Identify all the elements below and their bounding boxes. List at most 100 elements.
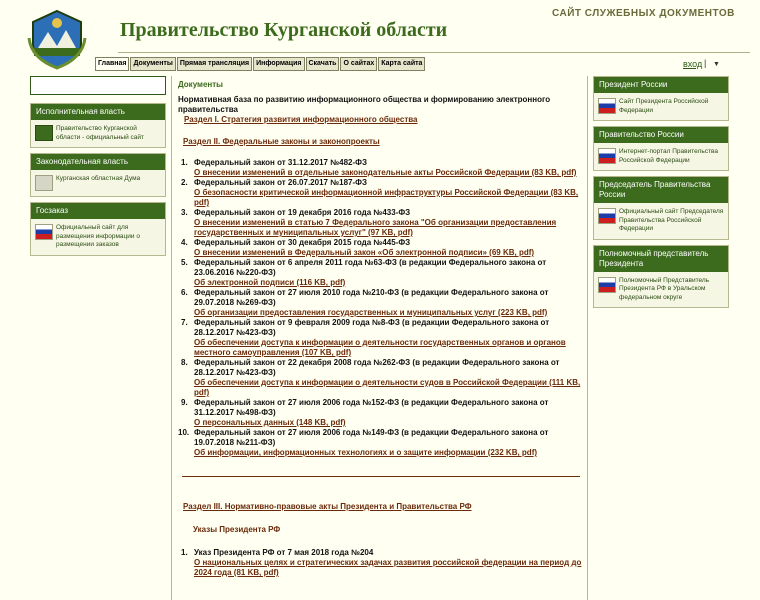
russia-flag-icon <box>35 224 53 240</box>
tab-sitemap[interactable]: Карта сайта <box>378 57 426 71</box>
list-item: 9. Федеральный закон от 27 июля 2006 года… <box>178 398 582 428</box>
item-number: 4. <box>181 238 188 247</box>
russia-flag-icon <box>598 148 616 164</box>
tab-information[interactable]: Информация <box>253 57 305 71</box>
government-logo-icon <box>35 125 53 141</box>
item-number: 1. <box>181 548 188 557</box>
law-title: Федеральный закон от 19 декабря 2016 год… <box>194 208 411 217</box>
law-document-link[interactable]: Об обеспечении доступа к информации о де… <box>194 338 582 358</box>
item-number: 3. <box>181 208 188 217</box>
list-item: 3. Федеральный закон от 19 декабря 2016 г… <box>178 208 582 238</box>
law-document-link[interactable]: Об информации, информационных технология… <box>194 448 582 458</box>
sidebar-block-title: Правительство России <box>594 127 728 143</box>
section-3-link[interactable]: Раздел III. Нормативно-правовые акты Пре… <box>183 502 582 512</box>
sidebar-block-title: Госзаказ <box>31 203 165 219</box>
sidebar-link-label[interactable]: Правительство Курганской области - офици… <box>56 125 161 142</box>
law-title: Федеральный закон от 22 декабря 2008 год… <box>194 358 560 377</box>
list-item: 5. Федеральный закон от 6 апреля 2011 год… <box>178 258 582 288</box>
sidebar-block-government: Правительство России Интернет-портал Пра… <box>593 126 729 171</box>
item-number: 8. <box>181 358 188 367</box>
tab-download[interactable]: Скачать <box>305 57 340 71</box>
sidebar-link-government-portal[interactable]: Интернет-портал Правительства Российской… <box>594 143 728 170</box>
sidebar-block-title: Законодательная власть <box>31 154 165 170</box>
law-title: Федеральный закон от 9 февраля 2009 года… <box>194 318 550 337</box>
law-document-link[interactable]: О внесении изменений в статью 7 Федераль… <box>194 218 582 238</box>
sidebar-block-title: Президент России <box>594 77 728 93</box>
sidebar-link-procurement[interactable]: Официальный сайт для размещения информац… <box>31 219 165 255</box>
sidebar-link-prime-minister[interactable]: Официальный сайт Председателя Правительс… <box>594 203 728 239</box>
login-separator: | <box>704 58 707 68</box>
law-list: 1. Федеральный закон от 31.12.2017 №482-Ф… <box>178 158 582 458</box>
item-number: 7. <box>181 318 188 327</box>
sidebar-link-label[interactable]: Официальный сайт для размещения информац… <box>56 224 161 250</box>
list-item: 7. Федеральный закон от 9 февраля 2009 го… <box>178 318 582 358</box>
building-icon <box>35 175 53 191</box>
item-number: 1. <box>181 158 188 167</box>
sidebar-link-label[interactable]: Официальный сайт Председателя Правительс… <box>619 208 724 234</box>
item-number: 9. <box>181 398 188 407</box>
tab-about-sites[interactable]: О сайтах <box>340 57 378 71</box>
section-1-link[interactable]: Раздел I. Стратегия развития информацион… <box>184 115 582 125</box>
search-input[interactable] <box>30 76 166 95</box>
law-title: Федеральный закон от 26.07.2017 №187-ФЗ <box>194 178 367 187</box>
list-item: 6. Федеральный закон от 27 июля 2010 года… <box>178 288 582 318</box>
login-link[interactable]: вход <box>683 59 702 69</box>
tab-documents[interactable]: Документы <box>130 57 176 71</box>
law-title: Федеральный закон от 6 апреля 2011 года … <box>194 258 547 277</box>
main-content: Документы Нормативная база по развитию и… <box>171 76 588 600</box>
list-item: 1. Федеральный закон от 31.12.2017 №482-Ф… <box>178 158 582 178</box>
page-title: Документы <box>178 80 223 89</box>
document-heading: Нормативная база по развитию информацион… <box>178 95 551 114</box>
sidebar-block-envoy: Полномочный представитель Президента Пол… <box>593 244 729 308</box>
sidebar-block-title: Полномочный представитель Президента <box>594 245 728 272</box>
law-document-link[interactable]: О внесении изменений в отдельные законод… <box>194 168 582 178</box>
sidebar-link-president[interactable]: Сайт Президента Российской Федерации <box>594 93 728 120</box>
sidebar-block-president: Президент России Сайт Президента Российс… <box>593 76 729 121</box>
russia-flag-icon <box>598 208 616 224</box>
top-navigation: Главная Документы Прямая трансляция Инфо… <box>95 57 426 71</box>
tab-home[interactable]: Главная <box>95 57 130 71</box>
sidebar-link-label[interactable]: Курганская областная Дума <box>56 175 140 184</box>
tab-live-broadcast[interactable]: Прямая трансляция <box>176 57 253 71</box>
decree-title: Указ Президента РФ от 7 мая 2018 года №2… <box>194 548 374 557</box>
dropdown-arrow-icon[interactable]: ▼ <box>713 61 720 68</box>
site-subtitle: САЙТ СЛУЖЕБНЫХ ДОКУМЕНТОВ <box>552 8 735 19</box>
item-number: 6. <box>181 288 188 297</box>
site-title: Правительство Курганской области <box>120 19 448 41</box>
left-sidebar: Исполнительная власть Правительство Кург… <box>30 76 166 261</box>
law-title: Федеральный закон от 27 июля 2006 года №… <box>194 428 549 447</box>
law-title: Федеральный закон от 27 июля 2006 года №… <box>194 398 549 417</box>
law-document-link[interactable]: Об организации предоставления государств… <box>194 308 582 318</box>
law-document-link[interactable]: Об обеспечении доступа к информации о де… <box>194 378 582 398</box>
sidebar-link-label[interactable]: Интернет-портал Правительства Российской… <box>619 148 724 165</box>
law-document-link[interactable]: Об электронной подписи (116 KB, pdf) <box>194 278 582 288</box>
law-title: Федеральный закон от 30 декабря 2015 год… <box>194 238 411 247</box>
sidebar-link-envoy[interactable]: Полномочный Представитель Президента РФ … <box>594 272 728 308</box>
item-number: 10. <box>178 428 190 437</box>
sidebar-block-legislative: Законодательная власть Курганская област… <box>30 153 166 197</box>
law-title: Федеральный закон от 27 июля 2010 года №… <box>194 288 549 307</box>
list-item: 1. Указ Президента РФ от 7 мая 2018 года … <box>178 548 582 578</box>
decree-list: 1. Указ Президента РФ от 7 мая 2018 года … <box>178 548 582 578</box>
sidebar-link-label[interactable]: Сайт Президента Российской Федерации <box>619 98 724 115</box>
sidebar-link-label[interactable]: Полномочный Представитель Президента РФ … <box>619 277 724 303</box>
sidebar-block-procurement: Госзаказ Официальный сайт для размещения… <box>30 202 166 256</box>
decree-document-link[interactable]: О национальных целях и стратегических за… <box>194 558 582 578</box>
sidebar-link-kurgan-government[interactable]: Правительство Курганской области - офици… <box>31 120 165 147</box>
kurgan-emblem-logo[interactable] <box>26 8 88 70</box>
item-number: 2. <box>181 178 188 187</box>
right-sidebar: Президент России Сайт Президента Российс… <box>593 76 729 313</box>
law-document-link[interactable]: О внесении изменений в Федеральный закон… <box>194 248 582 258</box>
list-item: 4. Федеральный закон от 30 декабря 2015 г… <box>178 238 582 258</box>
russia-flag-icon <box>598 98 616 114</box>
law-title: Федеральный закон от 31.12.2017 №482-ФЗ <box>194 158 367 167</box>
sidebar-link-duma[interactable]: Курганская областная Дума <box>31 170 165 196</box>
list-item: 8. Федеральный закон от 22 декабря 2008 г… <box>178 358 582 398</box>
sidebar-block-executive: Исполнительная власть Правительство Кург… <box>30 103 166 148</box>
law-document-link[interactable]: О безопасности критической информационно… <box>194 188 582 208</box>
sidebar-block-title: Председатель Правительства России <box>594 177 728 203</box>
law-document-link[interactable]: О персональных данных (148 KB, pdf) <box>194 418 582 428</box>
list-item: 10. Федеральный закон от 27 июля 2006 год… <box>178 428 582 458</box>
presidential-decrees-heading: Указы Президента РФ <box>193 525 281 534</box>
section-2-link[interactable]: Раздел II. Федеральные законы и законопр… <box>183 137 582 147</box>
